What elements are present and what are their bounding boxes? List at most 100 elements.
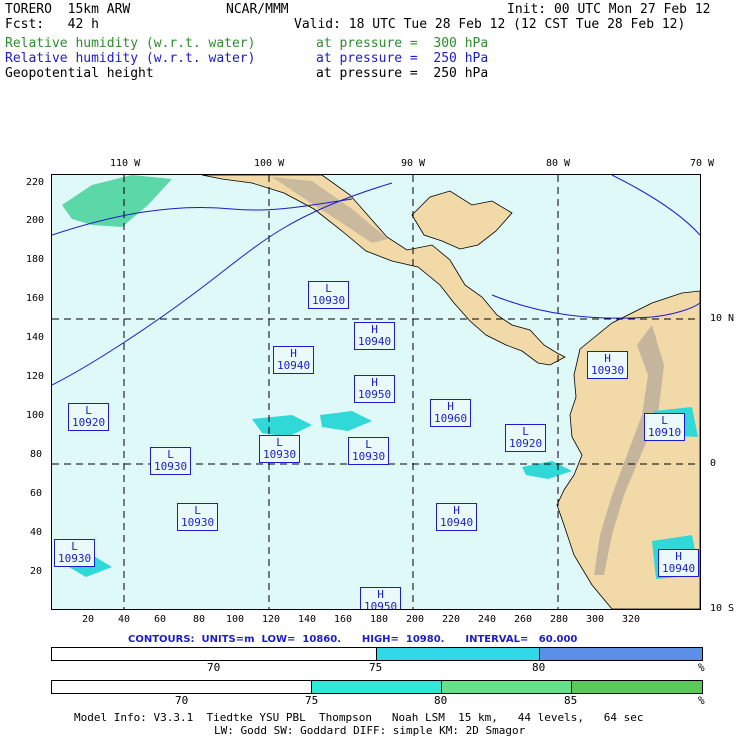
pressure-center[interactable]: L 10930: [150, 447, 192, 475]
lon-label-90w: 90 W: [401, 158, 426, 169]
forecast-hour: Fcst: 42 h: [5, 17, 99, 32]
x-tick: 140: [298, 614, 317, 625]
legend-unit: %: [698, 661, 705, 674]
y-tick: 60: [30, 488, 43, 499]
pressure-center-value: 10910: [648, 426, 682, 439]
model-info-line2: LW: Godd SW: Goddard DIFF: simple KM: 2D…: [214, 724, 526, 737]
y-tick: 180: [26, 254, 45, 265]
x-tick: 60: [154, 614, 167, 625]
legend-swatch: [52, 681, 312, 693]
x-tick: 40: [118, 614, 131, 625]
field-pressure-rh300: at pressure = 300 hPa: [316, 36, 489, 51]
legend-label: 80: [434, 694, 448, 707]
pressure-center[interactable]: H 10950: [354, 375, 396, 403]
field-pressure-rh250: at pressure = 250 hPa: [316, 51, 489, 66]
y-tick: 120: [26, 371, 45, 382]
pressure-center[interactable]: H 10960: [430, 399, 472, 427]
pressure-center[interactable]: H 10940: [354, 322, 396, 350]
pressure-center-value: 10940: [277, 359, 311, 372]
pressure-center-value: 10930: [154, 460, 188, 473]
pressure-center-value: 10930: [263, 448, 297, 461]
pressure-center-value: 10960: [434, 412, 468, 425]
pressure-center-value: 10930: [591, 364, 625, 377]
pressure-center-value: 10920: [72, 416, 106, 429]
legend-swatch: [312, 681, 442, 693]
lat-label-equator: 0: [710, 458, 717, 469]
y-tick: 220: [26, 177, 45, 188]
legend-swatch: [377, 648, 540, 660]
lon-label-110w: 110 W: [110, 158, 141, 169]
pressure-center-value: 10930: [58, 552, 92, 565]
pressure-center-value: 10950: [358, 388, 392, 401]
pressure-center[interactable]: L 10920: [68, 403, 110, 431]
x-tick: 260: [514, 614, 533, 625]
humidity-patch: [252, 415, 312, 437]
legend-label: 85: [564, 694, 578, 707]
lon-label-70w: 70 W: [690, 158, 715, 169]
x-tick: 240: [478, 614, 497, 625]
x-tick: 80: [193, 614, 206, 625]
legend-label: 75: [305, 694, 319, 707]
pressure-center[interactable]: L 10920: [505, 424, 547, 452]
legend-swatch: [572, 681, 702, 693]
field-name-rh300: Relative humidity (w.r.t. water): [5, 36, 256, 51]
y-tick: 40: [30, 527, 43, 538]
pressure-center[interactable]: L 10930: [259, 435, 301, 463]
x-tick: 160: [334, 614, 353, 625]
pressure-center-value: 10930: [312, 294, 346, 307]
y-tick: 80: [30, 449, 43, 460]
x-tick: 320: [622, 614, 641, 625]
x-tick: 20: [82, 614, 95, 625]
lat-label-10s: 10 S: [710, 603, 735, 614]
valid-time: Valid: 18 UTC Tue 28 Feb 12 (12 CST Tue …: [294, 17, 686, 32]
pressure-center[interactable]: L 10910: [644, 413, 686, 441]
y-tick: 160: [26, 293, 45, 304]
lat-label-10n: 10 N: [710, 313, 735, 324]
contour-info: CONTOURS: UNITS=m LOW= 10860. HIGH= 1098…: [128, 634, 578, 645]
pressure-center-value: 10930: [181, 516, 215, 529]
model-title: TORERO 15km ARW: [5, 2, 131, 17]
y-tick: 140: [26, 332, 45, 343]
y-tick: 100: [26, 410, 45, 421]
legend-unit: %: [698, 694, 705, 707]
pressure-center[interactable]: L 10930: [54, 539, 96, 567]
lon-label-100w: 100 W: [254, 158, 285, 169]
pressure-center[interactable]: L 10930: [177, 503, 219, 531]
legend-swatch: [442, 681, 572, 693]
x-tick: 300: [586, 614, 605, 625]
pressure-center[interactable]: H 10940: [273, 346, 315, 374]
pressure-center[interactable]: H 10930: [587, 351, 629, 379]
map-panel[interactable]: L 10930 H 10940 H 10940 H 10950 H 10960 …: [51, 174, 701, 610]
x-tick: 280: [550, 614, 569, 625]
pressure-center-value: 10950: [364, 600, 398, 610]
pressure-center-value: 10940: [358, 335, 392, 348]
legend-bar-rh250: [51, 647, 703, 661]
pressure-center[interactable]: L 10930: [348, 437, 390, 465]
lon-label-80w: 80 W: [546, 158, 571, 169]
pressure-center[interactable]: H 10940: [658, 549, 700, 577]
field-name-rh250: Relative humidity (w.r.t. water): [5, 51, 256, 66]
organization-label: NCAR/MMM: [226, 2, 289, 17]
pressure-center-value: 10940: [440, 516, 474, 529]
humidity-patch: [62, 175, 172, 227]
pressure-center[interactable]: H 10940: [436, 503, 478, 531]
y-tick: 200: [26, 215, 45, 226]
legend-label: 70: [175, 694, 189, 707]
land-yucatan: [411, 190, 513, 250]
pressure-center[interactable]: H 10950: [360, 587, 402, 610]
pressure-center-value: 10920: [509, 437, 543, 450]
y-tick: 20: [30, 566, 43, 577]
x-tick: 180: [370, 614, 389, 625]
pressure-center-value: 10940: [662, 562, 696, 575]
legend-label: 70: [207, 661, 221, 674]
pressure-center-value: 10930: [352, 450, 386, 463]
legend-label: 80: [532, 661, 546, 674]
x-tick: 200: [406, 614, 425, 625]
field-pressure-geopotential: at pressure = 250 hPa: [316, 66, 489, 81]
x-tick: 120: [262, 614, 281, 625]
x-tick: 220: [442, 614, 461, 625]
init-time: Init: 00 UTC Mon 27 Feb 12: [507, 2, 711, 17]
legend-bar-rh300: [51, 680, 703, 694]
legend-label: 75: [369, 661, 383, 674]
pressure-center[interactable]: L 10930: [308, 281, 350, 309]
